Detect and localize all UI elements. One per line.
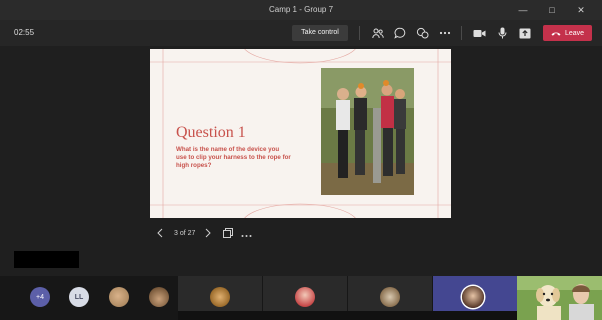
close-icon[interactable]: ✕ xyxy=(570,0,592,20)
leave-label: Leave xyxy=(564,29,585,37)
presentation-slide: Question 1 What is the name of the devic… xyxy=(150,49,451,218)
slide-question: What is the name of the device you use t… xyxy=(176,146,291,169)
redacted-name-tag xyxy=(14,251,79,268)
slide-title: Question 1 xyxy=(176,124,246,141)
people-icon[interactable] xyxy=(369,25,387,41)
minimize-icon[interactable]: — xyxy=(512,0,534,20)
share-icon[interactable] xyxy=(516,25,534,41)
participant-initials-avatar[interactable]: LL xyxy=(69,287,89,307)
more-icon[interactable] xyxy=(436,25,454,41)
microphone-icon[interactable] xyxy=(493,25,511,41)
chat-icon[interactable] xyxy=(391,25,409,41)
meeting-timer: 02:55 xyxy=(14,28,35,37)
redacted-names-bar xyxy=(178,311,517,320)
grid-view-icon[interactable] xyxy=(223,228,233,240)
camera-icon[interactable] xyxy=(470,25,488,41)
toolbar-divider xyxy=(461,26,462,40)
maximize-icon[interactable]: □ xyxy=(541,0,563,20)
participant-avatar-dog[interactable] xyxy=(109,287,129,307)
slide-page-indicator: 3 of 27 xyxy=(174,230,196,237)
group-photo xyxy=(321,68,414,195)
participant-avatar xyxy=(295,287,315,307)
more-icon[interactable] xyxy=(241,231,252,240)
participant-avatar xyxy=(210,287,230,307)
overflow-participants-button[interactable]: +4 xyxy=(30,287,50,307)
participant-avatar[interactable] xyxy=(149,287,169,307)
chevron-right-icon[interactable] xyxy=(205,228,211,240)
participant-video[interactable] xyxy=(517,276,602,320)
reactions-icon[interactable] xyxy=(413,25,431,41)
toolbar-divider xyxy=(359,26,360,40)
participant-avatar xyxy=(380,287,400,307)
phone-icon xyxy=(551,31,561,36)
chevron-left-icon[interactable] xyxy=(157,228,163,240)
active-speaker-avatar xyxy=(462,286,484,308)
leave-button[interactable]: Leave xyxy=(543,25,592,41)
take-control-button[interactable]: Take control xyxy=(292,25,348,41)
